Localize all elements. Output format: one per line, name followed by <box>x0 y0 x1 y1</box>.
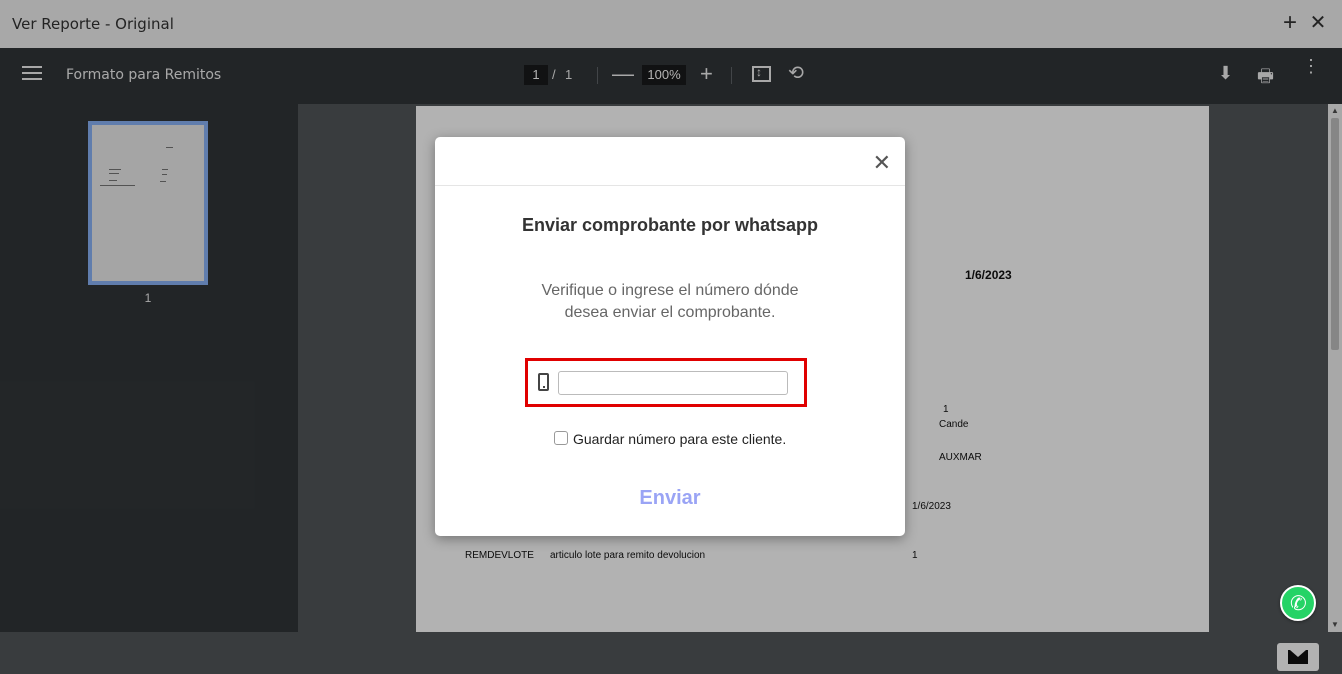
dialog-description: Verifique o ingrese el número dónde dese… <box>541 282 799 321</box>
whatsapp-icon[interactable] <box>1280 585 1316 621</box>
save-number-checkbox[interactable] <box>554 431 568 445</box>
whatsapp-send-dialog: ✕ Enviar comprobante por whatsapp Verifi… <box>435 137 905 536</box>
send-button[interactable]: Enviar <box>620 487 720 510</box>
save-number-label[interactable]: Guardar número para este cliente. <box>573 431 786 447</box>
phone-number-input[interactable] <box>558 371 788 395</box>
mobile-phone-icon <box>538 373 549 391</box>
close-icon[interactable]: ✕ <box>873 150 891 176</box>
dialog-divider <box>435 185 905 186</box>
phone-field-highlight <box>525 358 807 407</box>
dialog-title: Enviar comprobante por whatsapp <box>521 215 819 235</box>
